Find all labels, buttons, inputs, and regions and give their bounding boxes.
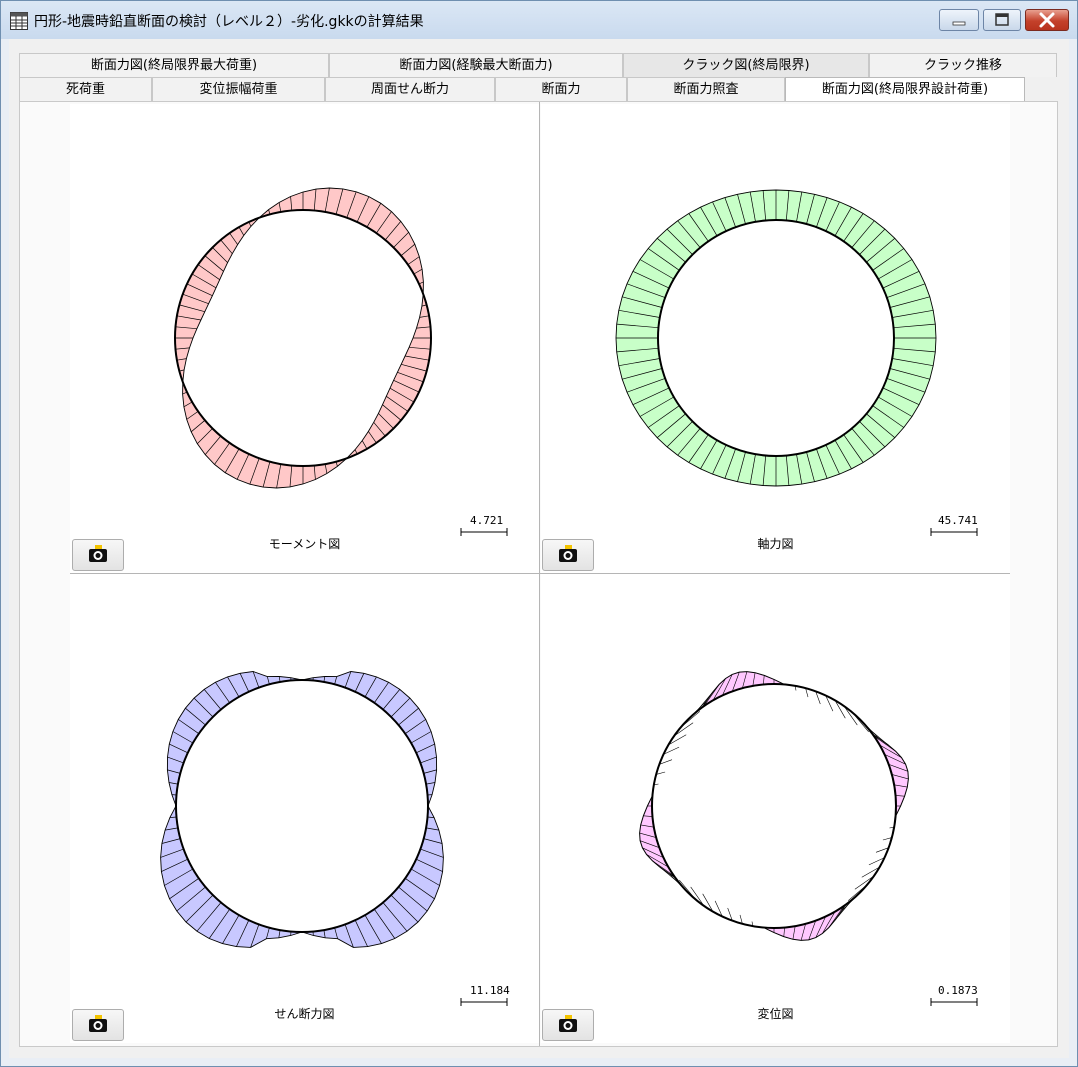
camera-icon: [559, 545, 577, 562]
minimize-icon: [952, 21, 966, 26]
tab-section-force-check[interactable]: 断面力照査: [627, 77, 785, 101]
window-title: 円形-地震時鉛直断面の検討（レベル２）-劣化.gkkの計算結果: [34, 14, 424, 30]
camera-button-axial[interactable]: [542, 539, 594, 571]
tab-crack-transition[interactable]: クラック推移: [869, 53, 1057, 77]
tab-dead-load[interactable]: 死荷重: [19, 77, 152, 101]
camera-button-shear[interactable]: [72, 1009, 124, 1041]
title-bar[interactable]: 円形-地震時鉛直断面の検討（レベル２）-劣化.gkkの計算結果: [1, 1, 1077, 39]
close-button[interactable]: [1025, 9, 1069, 31]
tab-crack-ultimate[interactable]: クラック図(終局限界): [623, 53, 869, 77]
minimize-button[interactable]: [939, 9, 979, 31]
result-window: 円形-地震時鉛直断面の検討（レベル２）-劣化.gkkの計算結果 断面力図(終局限…: [0, 0, 1078, 1067]
tab-section-force[interactable]: 断面力: [495, 77, 627, 101]
tab-ultimate-max-load[interactable]: 断面力図(終局限界最大荷重): [19, 53, 329, 77]
maximize-button[interactable]: [983, 9, 1021, 31]
camera-button-displacement[interactable]: [542, 1009, 594, 1041]
camera-icon: [89, 1015, 107, 1032]
table-app-icon: [10, 12, 28, 30]
maximize-icon: [995, 13, 1009, 26]
scale-bars: [460, 528, 978, 1006]
close-icon: [1039, 12, 1055, 28]
client-area: 断面力図(終局限界最大荷重) 断面力図(経験最大断面力) クラック図(終局限界)…: [9, 39, 1069, 1058]
tab-experienced-max-force[interactable]: 断面力図(経験最大断面力): [329, 53, 623, 77]
tab-ultimate-design-load[interactable]: 断面力図(終局限界設計荷重): [785, 77, 1025, 101]
camera-icon: [559, 1015, 577, 1032]
diagram-panel: モーメント図 軸力図 せん断力図 変位図 4.721 45.741 11.184…: [19, 101, 1058, 1047]
tab-displacement-amplitude-load[interactable]: 変位振幅荷重: [152, 77, 325, 101]
tab-circumferential-shear[interactable]: 周面せん断力: [325, 77, 495, 101]
camera-icon: [89, 545, 107, 562]
camera-button-moment[interactable]: [72, 539, 124, 571]
